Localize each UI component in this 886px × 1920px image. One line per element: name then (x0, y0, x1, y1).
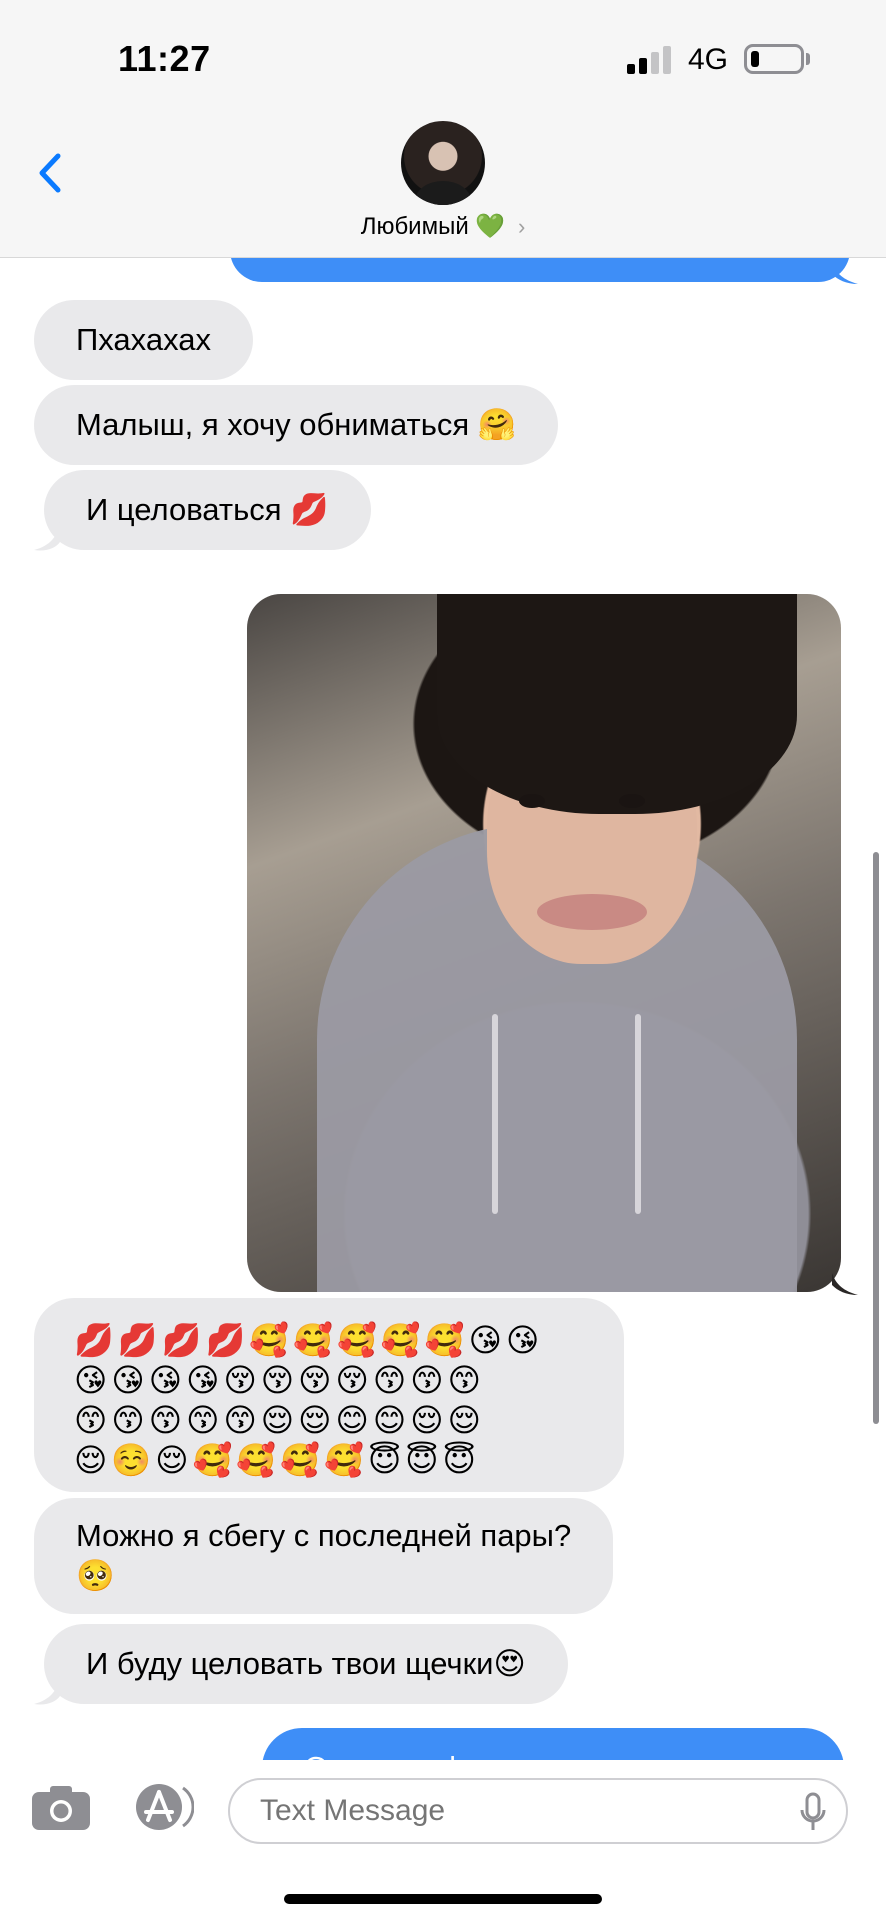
status-time: 11:27 (118, 38, 211, 79)
message-thread[interactable]: Пхахахах Малыш, я хочу обниматься 🤗 И це… (0, 258, 886, 1760)
message-input[interactable] (228, 1778, 848, 1844)
bubble-tail (832, 262, 858, 284)
back-button[interactable] (30, 148, 70, 198)
shared-photo[interactable] (247, 594, 841, 1292)
photo-hair (437, 594, 797, 814)
photo-eye (619, 794, 645, 808)
message-text: Пхахахах (76, 322, 211, 357)
emoji-row: 😙😙😙😙😙😌😌😊😊😌😌 (74, 1402, 485, 1438)
outgoing-message[interactable]: От твоих фоточек у меня (262, 1728, 844, 1760)
message-text: 🥺 (76, 1558, 115, 1593)
contact-name[interactable]: Любимый 💚 › (0, 212, 886, 241)
message-text: Можно я сбегу с последней пары? (76, 1518, 572, 1553)
emoji-row: 😌☺️😌🥰🥰🥰🥰😇😇😇 (74, 1442, 481, 1478)
contact-name-text: Любимый (360, 213, 469, 240)
scroll-indicator[interactable] (873, 852, 879, 1424)
incoming-message[interactable]: И целоваться 💋 (44, 470, 371, 550)
incoming-message[interactable]: И буду целовать твои щечки😍 (44, 1624, 568, 1704)
message-text: И буду целовать твои щечки😍 (86, 1646, 526, 1681)
battery-tip (806, 53, 810, 65)
photo-hoodie-cord (635, 1014, 641, 1214)
cellular-signal-icon (627, 46, 671, 74)
microphone-icon[interactable] (800, 1792, 826, 1832)
message-text: Малыш, я хочу обниматься 🤗 (76, 407, 517, 442)
contact-avatar[interactable] (401, 121, 485, 205)
incoming-message[interactable]: Малыш, я хочу обниматься 🤗 (34, 385, 559, 465)
photo-lips (537, 894, 647, 930)
green-heart-emoji: 💚 (475, 213, 506, 240)
emoji-row: 💋💋💋💋🥰🥰🥰🥰🥰😘😘 (74, 1322, 544, 1358)
chevron-right-icon: › (517, 214, 526, 239)
battery-icon (744, 44, 804, 74)
bubble-tail (34, 1676, 60, 1705)
camera-icon[interactable] (32, 1784, 90, 1830)
app-store-icon[interactable] (134, 1782, 194, 1832)
bubble-tail (34, 522, 60, 551)
emoji-row: 😘😘😘😘😚😚😚😚😙😙😙 (74, 1362, 485, 1398)
incoming-emoji-message[interactable]: 💋💋💋💋🥰🥰🥰🥰🥰😘😘 😘😘😘😘😚😚😚😚😙😙😙 😙😙😙😙😙😌😌😊😊😌😌 😌☺️😌… (34, 1298, 624, 1492)
message-text: И целоваться 💋 (86, 492, 329, 527)
photo-eye (519, 794, 545, 808)
bubble-tail (832, 1273, 858, 1295)
conversation-header: 11:27 4G Любимый 💚 › (0, 0, 886, 258)
incoming-message[interactable]: Можно я сбегу с последней пары? 🥺 (34, 1498, 614, 1614)
previous-outgoing-bubble[interactable] (230, 258, 850, 282)
incoming-message[interactable]: Пхахахах (34, 300, 253, 380)
compose-bar (0, 1760, 886, 1920)
network-type: 4G (688, 43, 729, 76)
message-text: От твоих фоточек у меня (304, 1748, 665, 1760)
home-indicator[interactable] (284, 1894, 602, 1904)
photo-hoodie-cord (492, 1014, 498, 1214)
